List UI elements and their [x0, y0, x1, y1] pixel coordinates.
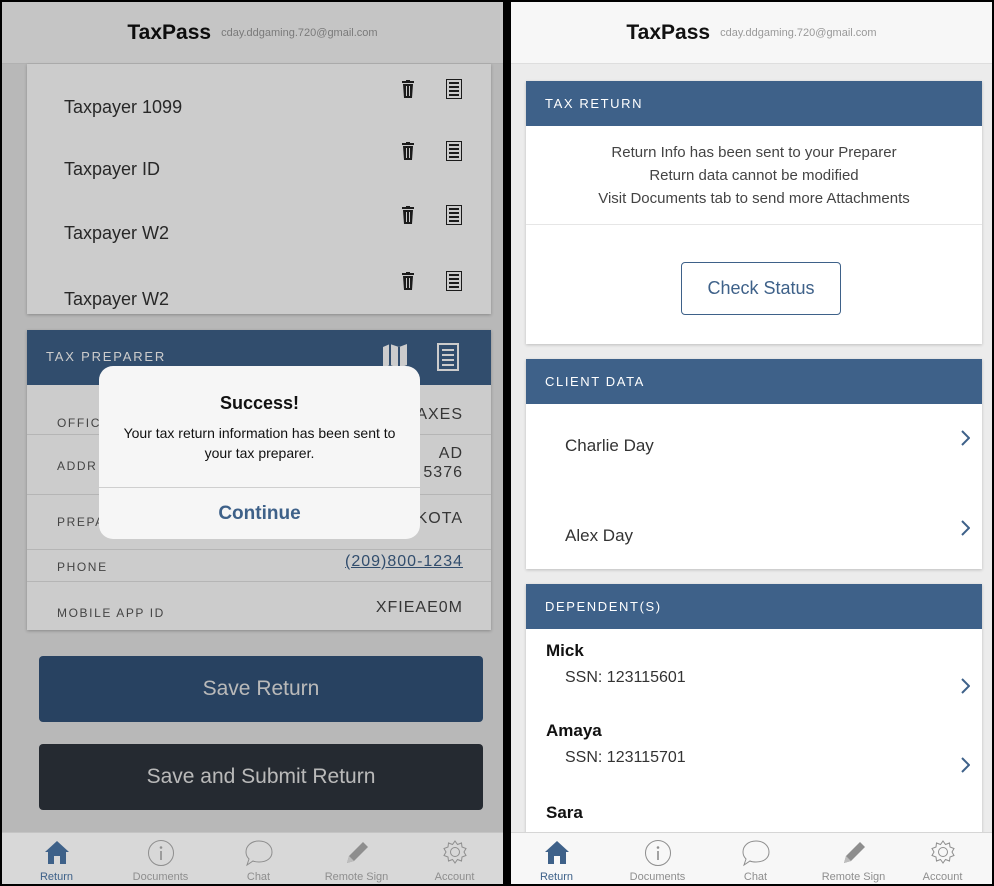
client-name: Charlie Day	[565, 436, 654, 455]
alert-message: Your tax return information has been sen…	[123, 425, 396, 461]
success-alert: Success! Your tax return information has…	[99, 366, 420, 539]
client-item[interactable]: Alex Day	[526, 504, 982, 558]
pencil-icon	[346, 842, 368, 863]
tab-account[interactable]: Account	[895, 833, 990, 884]
dependent-ssn: SSN: 123115701	[565, 749, 686, 766]
dependent-item[interactable]: Amaya SSN: 123115701	[526, 709, 982, 789]
alert-title: Success!	[219, 393, 300, 413]
tax-return-info: Return Info has been sent to your Prepar…	[526, 141, 982, 210]
client-item[interactable]: Charlie Day	[526, 414, 982, 468]
gear-icon	[442, 840, 467, 864]
tab-label: Return	[39, 871, 74, 883]
tab-label: Return	[539, 871, 574, 883]
chevron-right-icon	[961, 430, 970, 446]
home-icon	[544, 841, 569, 864]
dependent-ssn: SSN: 123115601	[565, 669, 686, 686]
dependents-header: DEPENDENT(S)	[526, 584, 982, 629]
client-name: Alex Day	[565, 526, 634, 545]
left-phone-screen: TaxPass cday.ddgaming.720@gmail.com Taxp…	[0, 0, 505, 886]
tab-label: Chat	[246, 871, 271, 883]
info-icon	[147, 840, 174, 866]
tab-documents[interactable]: Documents	[113, 833, 208, 884]
tab-account[interactable]: Account	[407, 833, 502, 884]
tab-label: Documents	[132, 871, 189, 883]
chevron-right-icon	[961, 678, 970, 694]
tab-label: Account	[434, 871, 475, 883]
dependent-item[interactable]: Mick SSN: 123115601	[526, 629, 982, 719]
home-icon	[44, 841, 69, 864]
tab-documents[interactable]: Documents	[610, 833, 705, 884]
client-data-card: CLIENT DATA Charlie Day Alex Day	[526, 359, 982, 569]
chevron-right-icon	[961, 520, 970, 536]
info-line: Return data cannot be modified	[649, 167, 859, 184]
tab-return[interactable]: Return	[511, 833, 604, 884]
right-phone-screen: TaxPass cday.ddgaming.720@gmail.com TAX …	[509, 0, 994, 886]
gear-icon	[930, 840, 955, 864]
divider	[526, 224, 982, 225]
continue-button[interactable]: Continue	[99, 487, 420, 539]
tab-label: Remote Sign	[324, 871, 389, 883]
info-icon	[644, 840, 671, 866]
pencil-icon	[843, 842, 865, 863]
tab-label: Account	[922, 871, 963, 883]
tab-chat[interactable]: Chat	[211, 833, 306, 884]
dependent-name: Amaya	[546, 721, 602, 740]
dependent-name: Sara	[546, 803, 583, 822]
tab-bar: Return Documents Chat Remote Sign Accoun…	[2, 832, 503, 884]
tab-remote-sign[interactable]: Remote Sign	[806, 833, 901, 884]
tab-bar: Return Documents Chat Remote Sign Accoun…	[511, 832, 992, 884]
tax-return-header: TAX RETURN	[526, 81, 982, 126]
tab-label: Documents	[629, 871, 686, 883]
dependent-name: Mick	[546, 641, 584, 660]
tab-chat[interactable]: Chat	[708, 833, 803, 884]
user-email: cday.ddgaming.720@gmail.com	[720, 26, 877, 39]
tab-remote-sign[interactable]: Remote Sign	[309, 833, 404, 884]
dependents-card: DEPENDENT(S) Mick SSN: 123115601 Amaya S…	[526, 584, 982, 836]
check-status-button[interactable]: Check Status	[681, 262, 841, 315]
tab-return[interactable]: Return	[9, 833, 104, 884]
app-header: TaxPass cday.ddgaming.720@gmail.com	[511, 2, 992, 64]
client-data-header: CLIENT DATA	[526, 359, 982, 404]
tax-return-card: TAX RETURN Return Info has been sent to …	[526, 81, 982, 344]
dependent-item[interactable]: Sara	[526, 789, 982, 834]
info-line: Visit Documents tab to send more Attachm…	[598, 190, 910, 207]
app-title: TaxPass	[626, 20, 711, 44]
chevron-right-icon	[961, 757, 970, 773]
tab-label: Chat	[743, 871, 768, 883]
chat-icon	[244, 840, 273, 867]
tab-label: Remote Sign	[821, 871, 886, 883]
info-line: Return Info has been sent to your Prepar…	[611, 144, 897, 161]
chat-icon	[741, 840, 770, 867]
